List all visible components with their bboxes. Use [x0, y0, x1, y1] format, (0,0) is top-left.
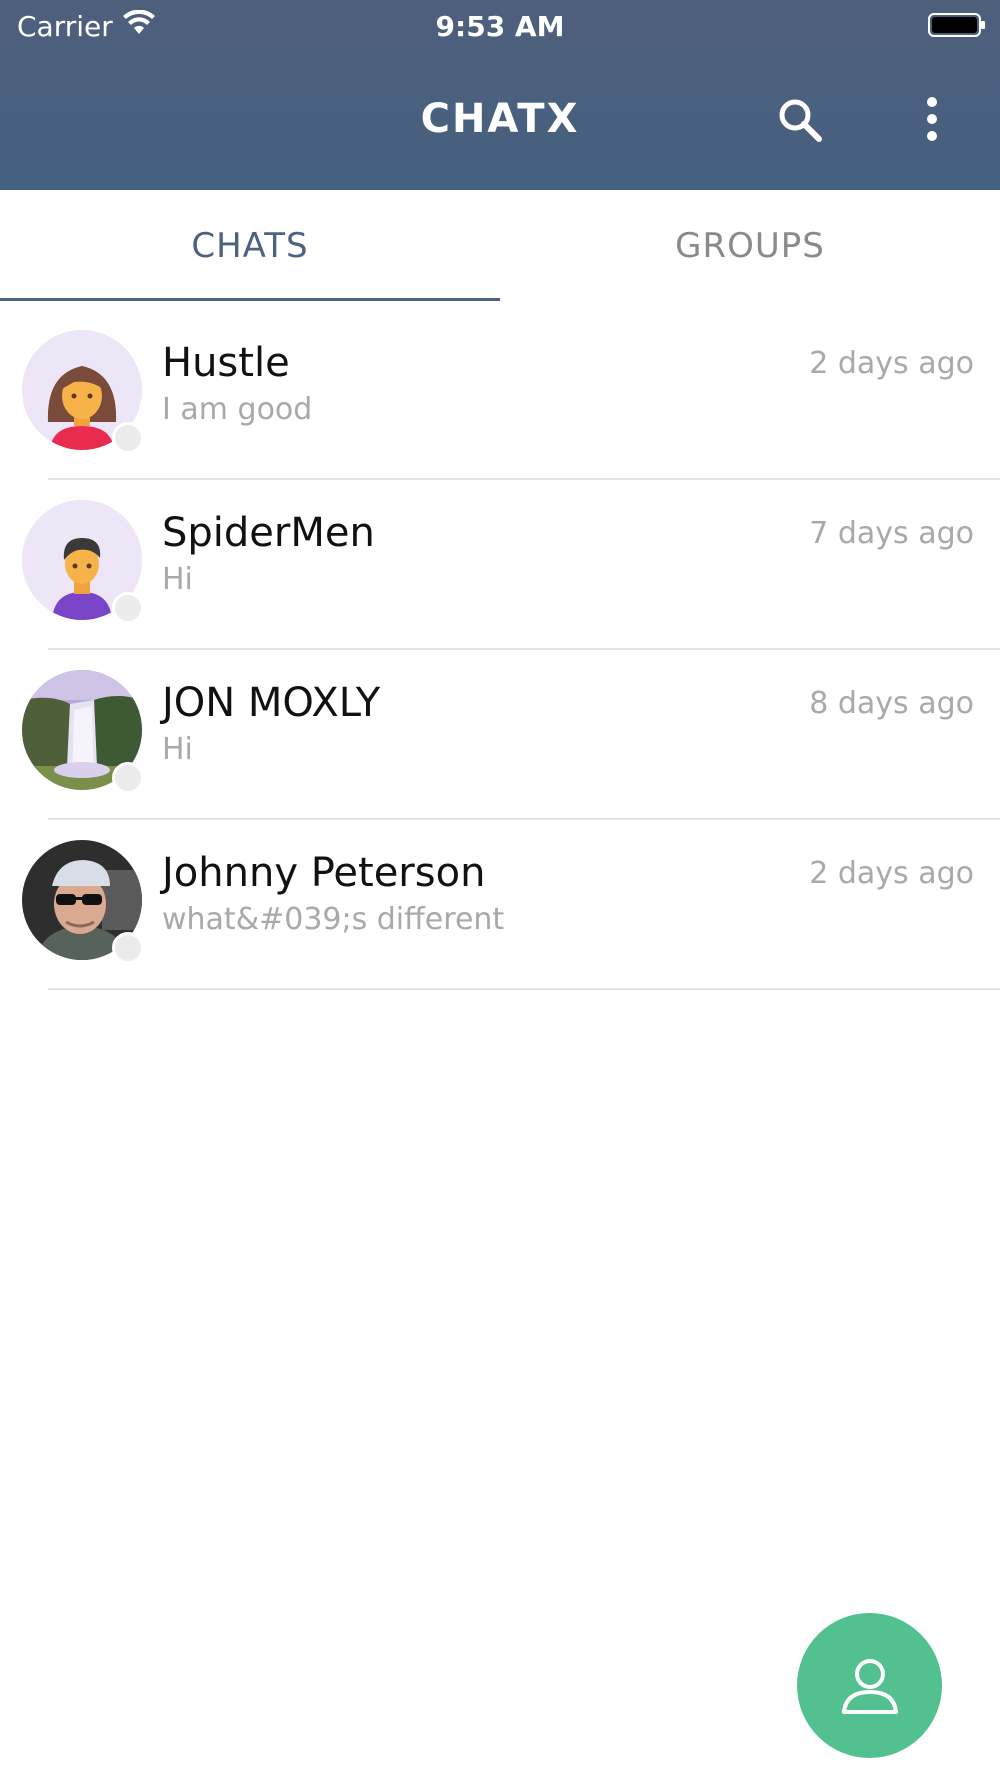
chat-timestamp: 7 days ago [809, 516, 974, 551]
chat-last-message: Hi [162, 562, 193, 597]
chat-timestamp: 8 days ago [809, 686, 974, 721]
divider [48, 988, 1000, 990]
presence-indicator [112, 422, 144, 454]
chat-name: SpiderMen [162, 510, 375, 556]
chat-item-spidermen[interactable]: SpiderMen Hi 7 days ago [0, 480, 1000, 650]
new-chat-button[interactable] [797, 1613, 942, 1758]
presence-indicator [112, 762, 144, 794]
chat-last-message: Hi [162, 732, 193, 767]
chat-timestamp: 2 days ago [809, 346, 974, 381]
chat-item-jon-moxly[interactable]: JON MOXLY Hi 8 days ago [0, 650, 1000, 820]
chat-last-message: what&#039;s different [162, 902, 505, 937]
chat-item-johnny-peterson[interactable]: Johnny Peterson what&#039;s different 2 … [0, 820, 1000, 990]
chat-item-hustle[interactable]: Hustle I am good 2 days ago [0, 310, 1000, 480]
app-title: CHATX [420, 96, 580, 142]
status-bar: Carrier 9:53 AM [0, 0, 1000, 50]
chat-last-message: I am good [162, 392, 313, 427]
chat-name: JON MOXLY [162, 680, 381, 726]
chat-name: Johnny Peterson [162, 850, 486, 896]
presence-indicator [112, 592, 144, 624]
app-header: Carrier 9:53 AM CHATX [0, 0, 1000, 190]
tab-groups[interactable]: GROUPS [500, 190, 1000, 302]
active-tab-indicator [0, 298, 500, 301]
person-icon [841, 1658, 898, 1714]
chat-list: Hustle I am good 2 days ago SpiderMen Hi… [0, 310, 1000, 990]
battery-icon [928, 13, 985, 37]
tab-chats[interactable]: CHATS [0, 190, 500, 302]
status-time: 9:53 AM [435, 10, 565, 43]
search-icon[interactable] [775, 95, 825, 145]
tab-bar: CHATS GROUPS [0, 190, 1000, 302]
more-vertical-icon[interactable] [922, 95, 942, 145]
chat-name: Hustle [162, 340, 290, 386]
chat-timestamp: 2 days ago [809, 856, 974, 891]
presence-indicator [112, 932, 144, 964]
